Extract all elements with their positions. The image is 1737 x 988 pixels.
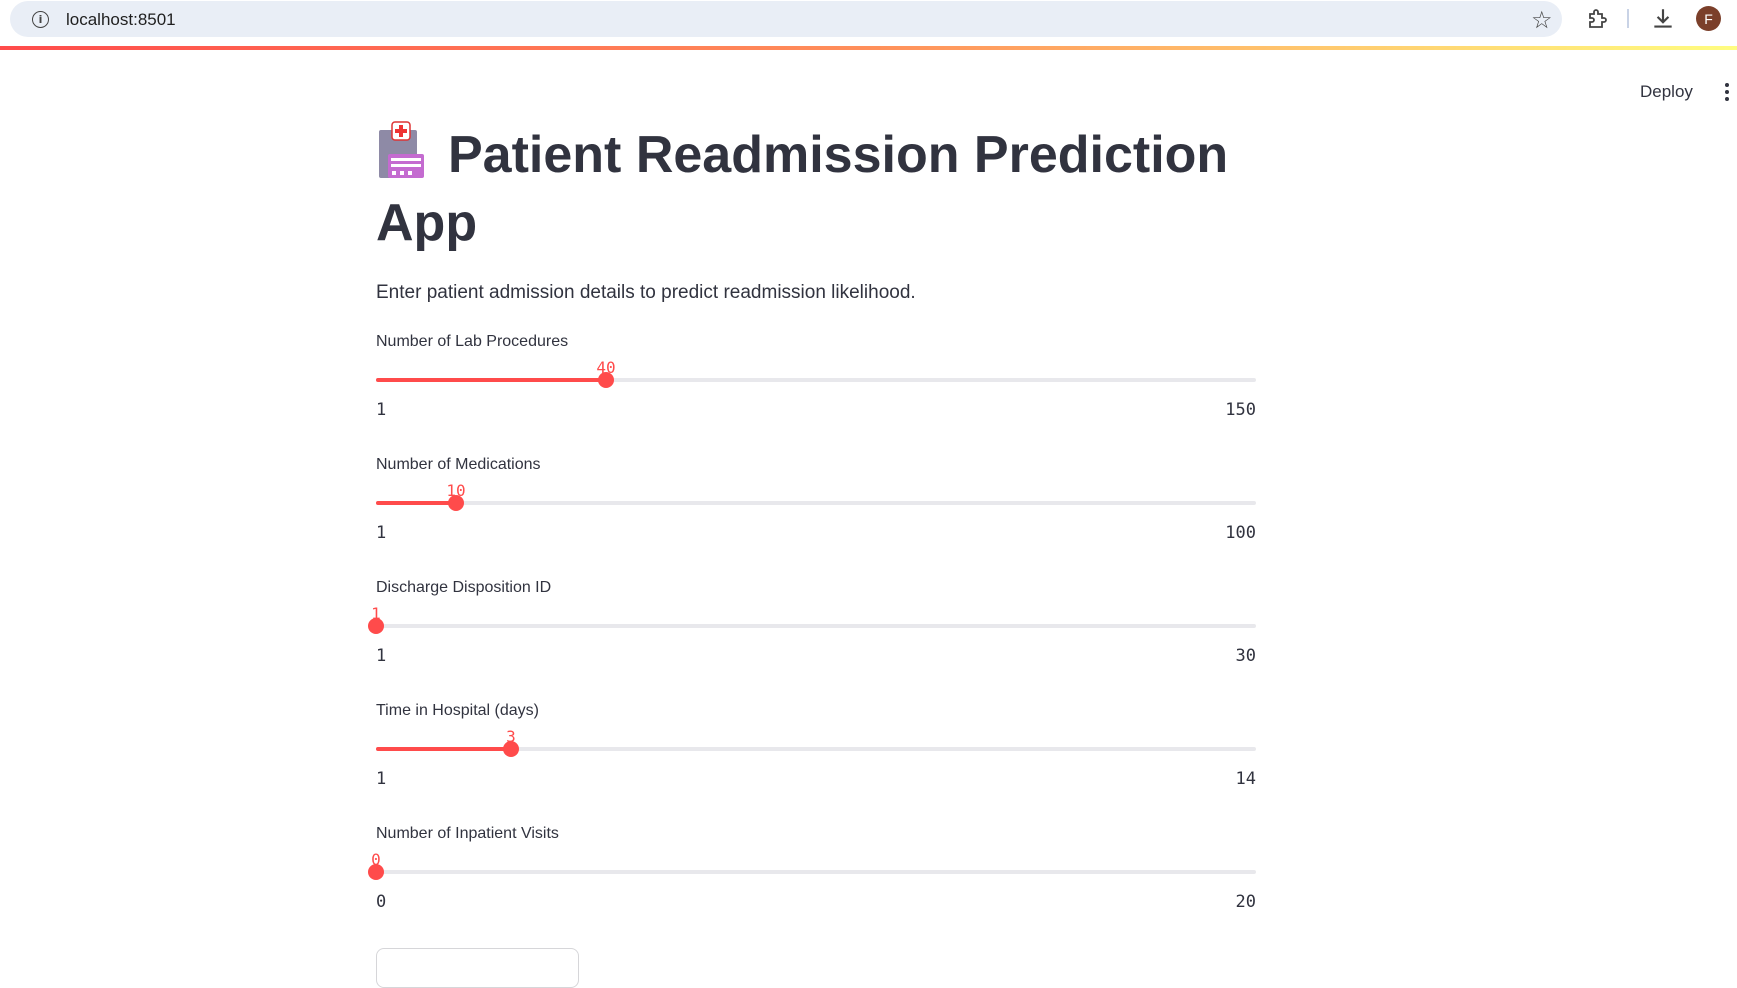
bookmark-star-icon[interactable]: ☆ bbox=[1531, 6, 1553, 34]
browser-toolbar: i localhost:8501 ☆ F bbox=[0, 0, 1737, 46]
slider-track[interactable] bbox=[376, 741, 1256, 757]
slider-thumb[interactable] bbox=[503, 741, 519, 757]
url-text[interactable]: localhost:8501 bbox=[66, 10, 176, 30]
slider-max-value: 150 bbox=[1225, 400, 1256, 420]
slider-min-value: 1 bbox=[376, 646, 387, 666]
slider-min-value: 1 bbox=[376, 400, 387, 420]
slider-thumb[interactable] bbox=[448, 495, 464, 511]
slider-fill bbox=[376, 378, 606, 382]
slider-max-value: 14 bbox=[1235, 769, 1256, 789]
slider-thumb[interactable] bbox=[368, 864, 384, 880]
main-content: Patient Readmission Prediction App Enter… bbox=[368, 120, 1256, 912]
slider-max-value: 100 bbox=[1225, 523, 1256, 543]
slider-max-value: 20 bbox=[1235, 892, 1256, 912]
page-title-text: Patient Readmission Prediction App bbox=[376, 126, 1229, 252]
page-subtitle: Enter patient admission details to predi… bbox=[376, 282, 916, 303]
slider-min-value: 1 bbox=[376, 769, 387, 789]
hospital-icon bbox=[379, 121, 424, 178]
slider-label: Number of Medications bbox=[376, 456, 541, 473]
slider-track[interactable] bbox=[368, 618, 1256, 634]
slider-track[interactable] bbox=[376, 372, 1256, 388]
slider-fill bbox=[376, 501, 456, 505]
page-title: Patient Readmission Prediction App bbox=[376, 120, 1256, 257]
slider-label: Discharge Disposition ID bbox=[376, 579, 552, 596]
slider-label: Number of Lab Procedures bbox=[376, 333, 569, 350]
profile-avatar[interactable]: F bbox=[1696, 6, 1721, 31]
slider-4: Number of Inpatient Visits 0 0 20 bbox=[368, 825, 1256, 925]
slider-label: Number of Inpatient Visits bbox=[376, 825, 559, 842]
slider-max-value: 30 bbox=[1235, 646, 1256, 666]
app-decoration-bar bbox=[0, 46, 1737, 50]
extensions-icon[interactable] bbox=[1586, 7, 1610, 31]
main-menu-icon[interactable] bbox=[1725, 83, 1731, 105]
toolbar-divider bbox=[1627, 9, 1629, 28]
slider-track[interactable] bbox=[376, 495, 1256, 511]
slider-fill bbox=[376, 747, 511, 751]
site-info-icon[interactable]: i bbox=[32, 11, 49, 28]
slider-thumb[interactable] bbox=[598, 372, 614, 388]
slider-min-value: 0 bbox=[376, 892, 387, 912]
predict-button[interactable] bbox=[376, 948, 579, 988]
address-bar[interactable]: i localhost:8501 ☆ bbox=[10, 1, 1562, 37]
slider-label: Time in Hospital (days) bbox=[376, 702, 540, 719]
slider-0: Number of Lab Procedures 40 1 150 bbox=[376, 333, 1256, 433]
slider-track[interactable] bbox=[368, 864, 1256, 880]
download-icon[interactable] bbox=[1650, 6, 1676, 32]
slider-min-value: 1 bbox=[376, 523, 387, 543]
slider-thumb[interactable] bbox=[368, 618, 384, 634]
slider-3: Time in Hospital (days) 3 1 14 bbox=[376, 702, 1256, 802]
deploy-button[interactable]: Deploy bbox=[1640, 82, 1693, 102]
slider-1: Number of Medications 10 1 100 bbox=[376, 456, 1256, 556]
slider-2: Discharge Disposition ID 1 1 30 bbox=[368, 579, 1256, 679]
